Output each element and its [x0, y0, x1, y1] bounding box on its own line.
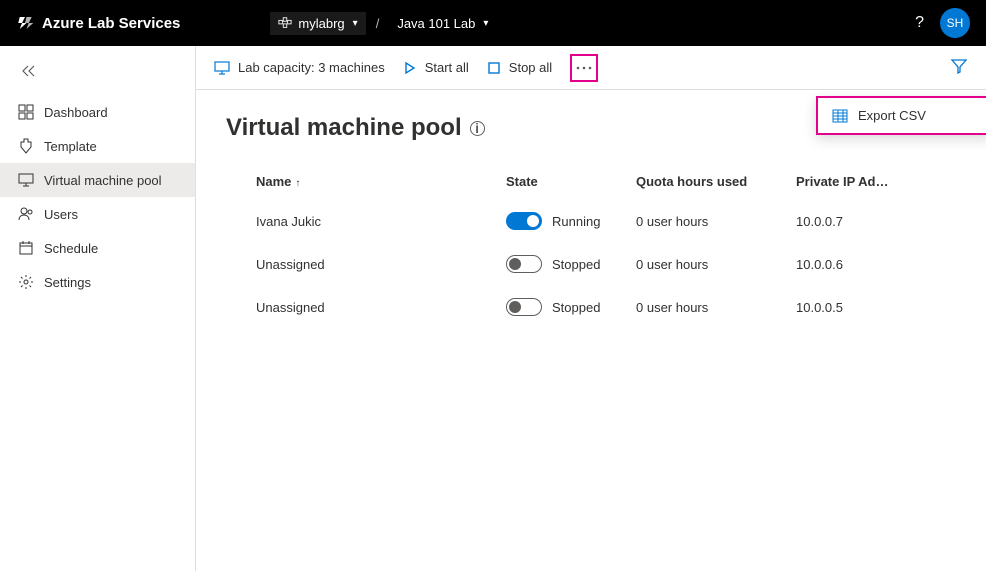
product-name-bold: Azure Lab Services [42, 15, 180, 32]
breadcrumb-lab[interactable]: Java 101 Lab ▾ [389, 12, 496, 35]
sidebar-item-users[interactable]: Users [0, 197, 195, 231]
monitor-icon [214, 60, 230, 76]
cell-ip: 10.0.0.7 [796, 214, 926, 229]
vm-state-toggle[interactable] [506, 255, 542, 273]
table-row[interactable]: Ivana Jukic Running 0 user hours 10.0.0.… [226, 199, 956, 242]
vm-pool-icon [18, 172, 34, 188]
breadcrumb-separator: / [372, 16, 384, 31]
top-bar: Azure Lab Services mylabrg ▾ / Java 101 … [0, 0, 986, 46]
dashboard-icon [18, 104, 34, 120]
double-chevron-left-icon [20, 64, 38, 78]
help-icon[interactable]: ? [915, 14, 924, 32]
chevron-down-icon: ▾ [353, 18, 358, 29]
lab-capacity-label: Lab capacity: 3 machines [238, 60, 385, 75]
vm-state-toggle[interactable] [506, 298, 542, 316]
more-actions-menu: Export CSV [816, 96, 986, 135]
breadcrumb-lab-label: Java 101 Lab [397, 16, 475, 31]
users-icon [18, 206, 34, 222]
more-dots-icon [576, 66, 592, 70]
cell-quota: 0 user hours [636, 257, 796, 272]
schedule-icon [18, 240, 34, 256]
cell-state-label: Stopped [552, 300, 600, 315]
stop-all-label: Stop all [509, 60, 552, 75]
sort-asc-icon: ↑ [295, 178, 300, 189]
breadcrumb: mylabrg ▾ / Java 101 Lab ▾ [270, 12, 496, 35]
filter-icon [950, 57, 968, 75]
col-state[interactable]: State [506, 174, 636, 189]
sidebar-item-label: Schedule [44, 241, 98, 256]
table-icon [832, 109, 848, 123]
cell-name: Unassigned [256, 300, 506, 315]
vm-table: Name↑ State Quota hours used Private IP … [226, 164, 956, 328]
more-actions-button[interactable] [570, 54, 598, 82]
col-name[interactable]: Name↑ [256, 174, 506, 189]
sidebar-item-label: Users [44, 207, 78, 222]
avatar[interactable]: SH [940, 8, 970, 38]
cell-ip: 10.0.0.6 [796, 257, 926, 272]
resource-group-icon [278, 16, 292, 30]
table-row[interactable]: Unassigned Stopped 0 user hours 10.0.0.6 [226, 242, 956, 285]
sidebar-item-dashboard[interactable]: Dashboard [0, 95, 195, 129]
page-title-text: Virtual machine pool [226, 114, 462, 142]
sidebar-item-label: Dashboard [44, 105, 108, 120]
start-all-button[interactable]: Start all [403, 60, 469, 75]
azure-logo-icon [16, 14, 34, 32]
sidebar-item-label: Virtual machine pool [44, 173, 162, 188]
cell-state-label: Running [552, 214, 600, 229]
main-area: Lab capacity: 3 machines Start all Stop … [196, 46, 986, 571]
vm-state-toggle[interactable] [506, 212, 542, 230]
info-icon[interactable]: i [470, 121, 485, 136]
settings-icon [18, 274, 34, 290]
cell-quota: 0 user hours [636, 214, 796, 229]
sidebar-item-label: Settings [44, 275, 91, 290]
sidebar-item-schedule[interactable]: Schedule [0, 231, 195, 265]
sidebar-item-label: Template [44, 139, 97, 154]
breadcrumb-rg-label: mylabrg [298, 16, 344, 31]
export-csv-label: Export CSV [858, 108, 926, 123]
cell-ip: 10.0.0.5 [796, 300, 926, 315]
lab-capacity-button[interactable]: Lab capacity: 3 machines [214, 60, 385, 76]
stop-all-button[interactable]: Stop all [487, 60, 552, 75]
play-icon [403, 61, 417, 75]
col-ip[interactable]: Private IP Ad… [796, 174, 926, 189]
export-csv-menu-item[interactable]: Export CSV [818, 98, 986, 133]
breadcrumb-resource-group[interactable]: mylabrg ▾ [270, 12, 365, 35]
cell-name: Ivana Jukic [256, 214, 506, 229]
col-quota[interactable]: Quota hours used [636, 174, 796, 189]
template-icon [18, 138, 34, 154]
table-header: Name↑ State Quota hours used Private IP … [226, 164, 956, 199]
collapse-sidebar-button[interactable] [0, 56, 195, 95]
filter-button[interactable] [950, 57, 968, 78]
sidebar-item-template[interactable]: Template [0, 129, 195, 163]
stop-icon [487, 61, 501, 75]
table-row[interactable]: Unassigned Stopped 0 user hours 10.0.0.5 [226, 285, 956, 328]
cell-state-label: Stopped [552, 257, 600, 272]
chevron-down-icon: ▾ [483, 18, 488, 29]
start-all-label: Start all [425, 60, 469, 75]
cell-name: Unassigned [256, 257, 506, 272]
sidebar-item-vm-pool[interactable]: Virtual machine pool [0, 163, 195, 197]
sidebar-item-settings[interactable]: Settings [0, 265, 195, 299]
toolbar: Lab capacity: 3 machines Start all Stop … [196, 46, 986, 90]
cell-quota: 0 user hours [636, 300, 796, 315]
sidebar: Dashboard Template Virtual machine pool … [0, 46, 196, 571]
product-brand[interactable]: Azure Lab Services [16, 14, 180, 32]
